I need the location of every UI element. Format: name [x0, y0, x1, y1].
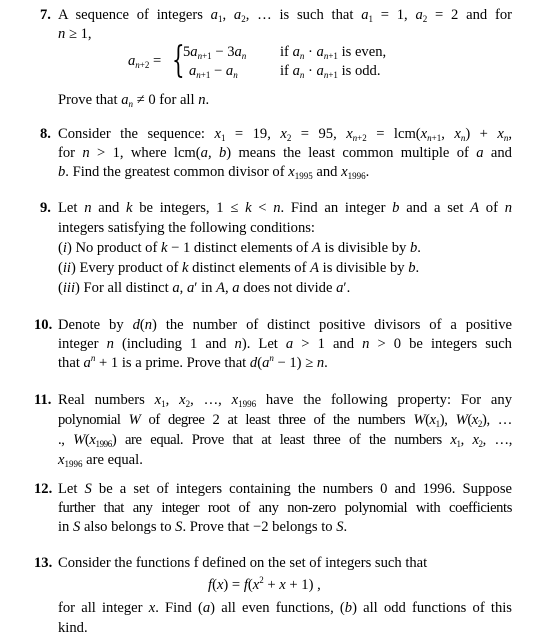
problem-text-line: Consider the functions f defined on the … — [58, 555, 428, 571]
condition-ii: (ii) Every product of k distinct element… — [58, 260, 420, 276]
problem-number: 9. — [40, 200, 51, 216]
problem-text-line: Prove that an ≠ 0 for all n. — [58, 92, 210, 109]
case-expr-1: 5an+1 − 3an — [183, 44, 247, 61]
case-cond-1: if an · an+1 is even, — [280, 44, 387, 61]
case-expr-2: an+1 − an — [189, 63, 238, 80]
problem-text-line: A sequence of integers a1, a2, … is such… — [58, 7, 512, 24]
problem-text-line: integer n (including 1 and n). Let a > 1… — [58, 336, 512, 352]
problem-text-line: Let S be a set of integers containing th… — [58, 481, 512, 497]
functional-equation: f(x) = f(x2 + x + 1) , — [208, 575, 321, 594]
problem-text-line: for n > 1, where lcm(a, b) means the lea… — [58, 145, 512, 161]
problem-text-line: that an + 1 is a prime. Prove that d(an … — [58, 353, 328, 372]
problem-text-line: n ≥ 1, — [58, 26, 92, 42]
problem-number: 8. — [40, 126, 51, 142]
problem-text-line: Denote by d(n) the number of distinct po… — [58, 317, 512, 333]
equation-lhs: an+2 = — [128, 53, 162, 70]
condition-i: (i) No product of k − 1 distinct element… — [58, 240, 421, 256]
problem-text-line: Consider the sequence: x1 = 19, x2 = 95,… — [58, 126, 513, 143]
problem-text-line: for all integer x. Find (a) all even fun… — [58, 600, 512, 616]
problem-text-line: polynomial W of degree 2 at least three … — [58, 412, 512, 429]
problem-number: 12. — [34, 481, 53, 497]
problem-text-line: integers satisfying the following condit… — [58, 220, 315, 236]
problem-text-line: Let n and k be integers, 1 ≤ k < n. Find… — [58, 200, 512, 216]
condition-iii: (iii) For all distinct a, a′ in A, a doe… — [58, 280, 351, 296]
problem-number: 13. — [34, 555, 53, 571]
problem-text-line: Real numbers x1, x2, …, x1996 have the f… — [58, 392, 512, 409]
case-cond-2: if an · an+1 is odd. — [280, 63, 381, 80]
problem-number: 7. — [40, 7, 51, 23]
problem-text-line: in S also belongs to S. Prove that −2 be… — [58, 519, 348, 535]
problem-text-line: b. Find the greatest common divisor of x… — [58, 164, 370, 181]
problem-text-line: further that any integer root of any non… — [58, 500, 512, 516]
problem-number: 11. — [34, 392, 52, 408]
problem-text-line: kind. — [58, 620, 88, 636]
problem-text-line: x1996 are equal. — [58, 452, 143, 469]
problem-number: 10. — [34, 317, 53, 333]
problem-text-line: ., W(x1996) are equal. Prove that at lea… — [58, 432, 512, 449]
